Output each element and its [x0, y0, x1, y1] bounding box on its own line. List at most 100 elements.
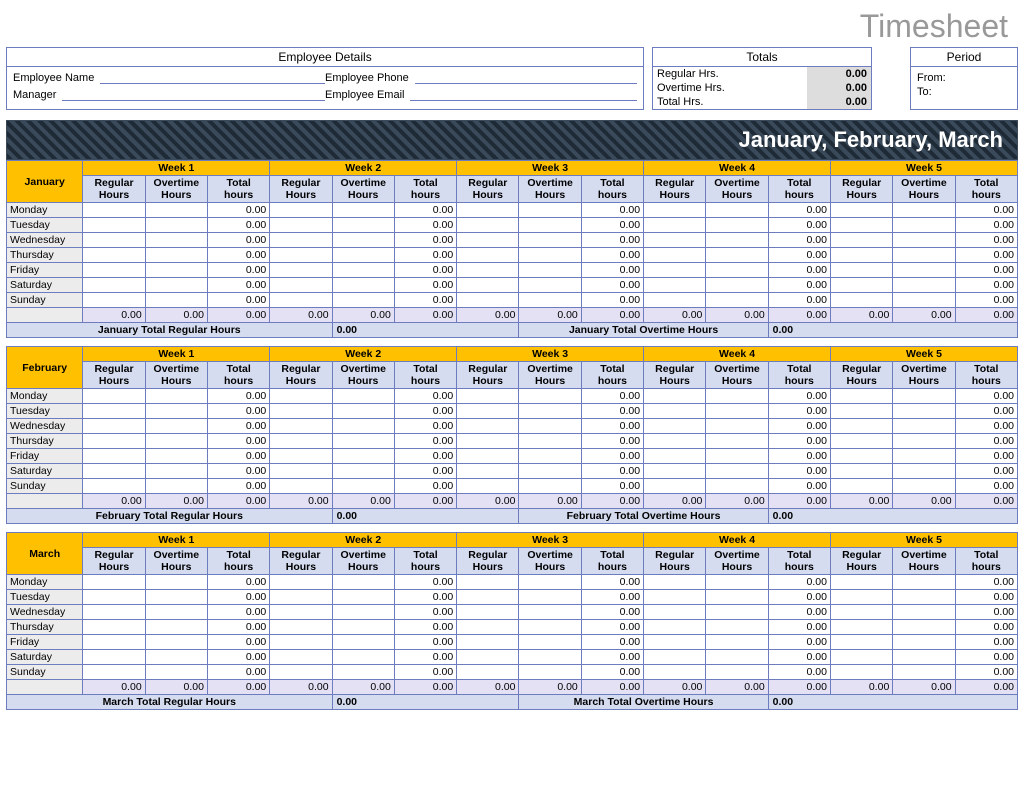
overtime-hours-cell[interactable]: [706, 293, 768, 308]
overtime-hours-cell[interactable]: [706, 479, 768, 494]
overtime-hours-cell[interactable]: [519, 419, 581, 434]
regular-hours-cell[interactable]: [644, 620, 706, 635]
regular-hours-cell[interactable]: [644, 479, 706, 494]
overtime-hours-cell[interactable]: [332, 278, 394, 293]
overtime-hours-cell[interactable]: [519, 248, 581, 263]
overtime-hours-cell[interactable]: [519, 650, 581, 665]
regular-hours-cell[interactable]: [830, 278, 892, 293]
overtime-hours-cell[interactable]: [332, 590, 394, 605]
regular-hours-cell[interactable]: [457, 434, 519, 449]
overtime-hours-cell[interactable]: [519, 575, 581, 590]
regular-hours-cell[interactable]: [457, 605, 519, 620]
overtime-hours-cell[interactable]: [145, 479, 207, 494]
regular-hours-cell[interactable]: [270, 293, 332, 308]
overtime-hours-cell[interactable]: [893, 605, 955, 620]
overtime-hours-cell[interactable]: [893, 620, 955, 635]
regular-hours-cell[interactable]: [644, 278, 706, 293]
regular-hours-cell[interactable]: [270, 590, 332, 605]
overtime-hours-cell[interactable]: [893, 419, 955, 434]
regular-hours-cell[interactable]: [457, 404, 519, 419]
regular-hours-cell[interactable]: [83, 278, 145, 293]
regular-hours-cell[interactable]: [830, 620, 892, 635]
overtime-hours-cell[interactable]: [145, 248, 207, 263]
regular-hours-cell[interactable]: [83, 248, 145, 263]
regular-hours-cell[interactable]: [83, 605, 145, 620]
regular-hours-cell[interactable]: [83, 665, 145, 680]
regular-hours-cell[interactable]: [830, 263, 892, 278]
overtime-hours-cell[interactable]: [332, 665, 394, 680]
overtime-hours-cell[interactable]: [519, 263, 581, 278]
regular-hours-cell[interactable]: [270, 464, 332, 479]
regular-hours-cell[interactable]: [83, 650, 145, 665]
overtime-hours-cell[interactable]: [893, 650, 955, 665]
overtime-hours-cell[interactable]: [706, 248, 768, 263]
overtime-hours-cell[interactable]: [519, 293, 581, 308]
overtime-hours-cell[interactable]: [893, 575, 955, 590]
overtime-hours-cell[interactable]: [706, 650, 768, 665]
regular-hours-cell[interactable]: [644, 575, 706, 590]
overtime-hours-cell[interactable]: [706, 605, 768, 620]
overtime-hours-cell[interactable]: [706, 464, 768, 479]
overtime-hours-cell[interactable]: [332, 248, 394, 263]
overtime-hours-cell[interactable]: [145, 620, 207, 635]
overtime-hours-cell[interactable]: [145, 605, 207, 620]
overtime-hours-cell[interactable]: [145, 464, 207, 479]
overtime-hours-cell[interactable]: [893, 665, 955, 680]
regular-hours-cell[interactable]: [270, 233, 332, 248]
regular-hours-cell[interactable]: [830, 605, 892, 620]
overtime-hours-cell[interactable]: [706, 449, 768, 464]
regular-hours-cell[interactable]: [830, 479, 892, 494]
regular-hours-cell[interactable]: [83, 233, 145, 248]
regular-hours-cell[interactable]: [644, 590, 706, 605]
regular-hours-cell[interactable]: [457, 479, 519, 494]
regular-hours-cell[interactable]: [457, 650, 519, 665]
regular-hours-cell[interactable]: [644, 233, 706, 248]
regular-hours-cell[interactable]: [270, 218, 332, 233]
overtime-hours-cell[interactable]: [519, 389, 581, 404]
regular-hours-cell[interactable]: [457, 263, 519, 278]
overtime-hours-cell[interactable]: [145, 665, 207, 680]
employee-email-input[interactable]: [410, 88, 637, 101]
overtime-hours-cell[interactable]: [893, 635, 955, 650]
overtime-hours-cell[interactable]: [893, 278, 955, 293]
overtime-hours-cell[interactable]: [145, 218, 207, 233]
overtime-hours-cell[interactable]: [332, 449, 394, 464]
overtime-hours-cell[interactable]: [519, 218, 581, 233]
regular-hours-cell[interactable]: [83, 479, 145, 494]
overtime-hours-cell[interactable]: [332, 218, 394, 233]
regular-hours-cell[interactable]: [830, 635, 892, 650]
regular-hours-cell[interactable]: [270, 389, 332, 404]
overtime-hours-cell[interactable]: [893, 590, 955, 605]
overtime-hours-cell[interactable]: [893, 233, 955, 248]
overtime-hours-cell[interactable]: [893, 479, 955, 494]
regular-hours-cell[interactable]: [83, 389, 145, 404]
regular-hours-cell[interactable]: [830, 575, 892, 590]
regular-hours-cell[interactable]: [457, 665, 519, 680]
overtime-hours-cell[interactable]: [145, 434, 207, 449]
overtime-hours-cell[interactable]: [145, 650, 207, 665]
regular-hours-cell[interactable]: [270, 665, 332, 680]
overtime-hours-cell[interactable]: [519, 233, 581, 248]
regular-hours-cell[interactable]: [457, 278, 519, 293]
overtime-hours-cell[interactable]: [332, 650, 394, 665]
regular-hours-cell[interactable]: [270, 449, 332, 464]
regular-hours-cell[interactable]: [270, 479, 332, 494]
regular-hours-cell[interactable]: [83, 434, 145, 449]
overtime-hours-cell[interactable]: [706, 233, 768, 248]
regular-hours-cell[interactable]: [644, 449, 706, 464]
regular-hours-cell[interactable]: [83, 218, 145, 233]
regular-hours-cell[interactable]: [457, 590, 519, 605]
regular-hours-cell[interactable]: [457, 419, 519, 434]
regular-hours-cell[interactable]: [83, 203, 145, 218]
regular-hours-cell[interactable]: [644, 464, 706, 479]
regular-hours-cell[interactable]: [830, 419, 892, 434]
regular-hours-cell[interactable]: [644, 434, 706, 449]
overtime-hours-cell[interactable]: [706, 263, 768, 278]
regular-hours-cell[interactable]: [457, 218, 519, 233]
overtime-hours-cell[interactable]: [706, 575, 768, 590]
regular-hours-cell[interactable]: [644, 248, 706, 263]
overtime-hours-cell[interactable]: [519, 479, 581, 494]
regular-hours-cell[interactable]: [270, 203, 332, 218]
regular-hours-cell[interactable]: [83, 635, 145, 650]
overtime-hours-cell[interactable]: [519, 665, 581, 680]
